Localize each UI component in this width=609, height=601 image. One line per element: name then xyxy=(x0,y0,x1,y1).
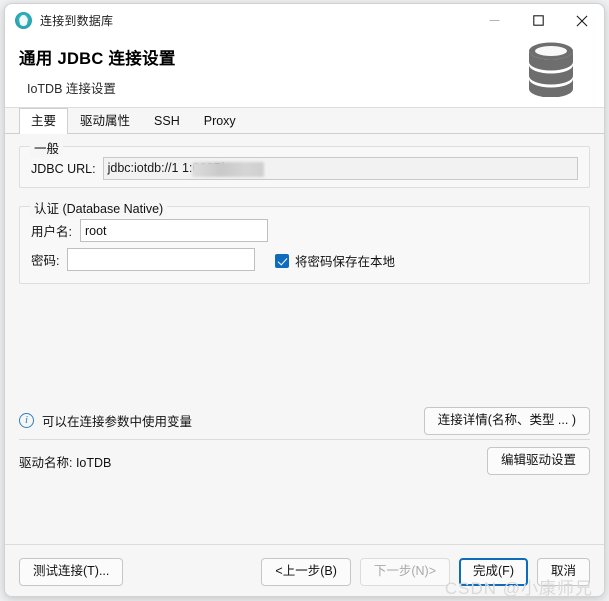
body-divider xyxy=(19,439,590,440)
tab-driver-properties[interactable]: 驱动属性 xyxy=(68,108,142,134)
variables-info-text: 可以在连接参数中使用变量 xyxy=(42,415,193,429)
close-icon xyxy=(576,15,588,26)
password-input[interactable] xyxy=(67,248,256,271)
database-icon xyxy=(529,42,573,97)
maximize-icon xyxy=(532,15,544,26)
maximize-button[interactable] xyxy=(516,4,560,37)
next-button: 下一步(N)> xyxy=(359,558,451,586)
close-button[interactable] xyxy=(560,4,604,37)
back-button[interactable]: <上一步(B) xyxy=(261,558,351,586)
driver-name-text: 驱动名称: IoTDB xyxy=(19,455,112,470)
redaction-mask xyxy=(191,162,264,177)
tab-ssh[interactable]: SSH xyxy=(142,108,192,134)
dialog-body: 主要 驱动属性 SSH Proxy 一般 JDBC URL: jdbc:iotd… xyxy=(5,108,604,544)
connection-details-button[interactable]: 连接详情(名称、类型 ... ) xyxy=(423,406,590,435)
save-password-checkbox-row[interactable]: 将密码保存在本地 xyxy=(275,251,395,270)
username-row: 用户名: xyxy=(31,219,268,242)
auth-group: 认证 (Database Native) 用户名: 密码: 将密码保存在本地 xyxy=(19,198,590,284)
info-icon: i xyxy=(19,413,34,428)
tab-main[interactable]: 主要 xyxy=(19,108,69,134)
username-input[interactable] xyxy=(79,219,268,242)
password-label: 密码: xyxy=(31,254,60,268)
page-title: 通用 JDBC 连接设置 xyxy=(19,50,176,68)
finish-button[interactable]: 完成(F) xyxy=(459,558,528,586)
tab-proxy[interactable]: Proxy xyxy=(192,108,248,134)
auth-group-legend: 认证 (Database Native) xyxy=(30,198,168,217)
navigation-buttons: <上一步(B) 下一步(N)> 完成(F) 取消 xyxy=(261,558,590,586)
jdbc-url-label: JDBC URL: xyxy=(31,161,96,176)
app-icon xyxy=(15,12,32,29)
edit-driver-settings-button[interactable]: 编辑驱动设置 xyxy=(486,447,590,475)
window-controls xyxy=(472,4,604,37)
test-connection-button[interactable]: 测试连接(T)... xyxy=(19,558,124,586)
driver-row: 驱动名称: IoTDB 编辑驱动设置 xyxy=(19,446,590,476)
window-title: 连接到数据库 xyxy=(40,14,114,28)
variables-info-row: i 可以在连接参数中使用变量 连接详情(名称、类型 ... ) xyxy=(19,405,590,436)
jdbc-url-input[interactable]: jdbc:iotdb://1 1:6667/ xyxy=(102,157,578,180)
general-group: 一般 JDBC URL: jdbc:iotdb://1 1:6667/ xyxy=(19,138,590,188)
save-password-checkbox[interactable] xyxy=(275,253,289,268)
username-label: 用户名: xyxy=(31,225,72,239)
minimize-button[interactable] xyxy=(472,4,516,37)
minimize-icon xyxy=(489,19,499,22)
save-password-label: 将密码保存在本地 xyxy=(295,255,396,269)
jdbc-url-row: JDBC URL: jdbc:iotdb://1 1:6667/ xyxy=(31,157,578,180)
dialog-window: 连接到数据库 通用 JDBC 连接设置 IoTDB 连接设置 主要 驱动属性 S… xyxy=(4,3,605,597)
password-row: 密码: xyxy=(31,248,256,271)
page-subtitle: IoTDB 连接设置 xyxy=(27,82,116,96)
cancel-button[interactable]: 取消 xyxy=(536,558,590,586)
dialog-footer: 测试连接(T)... <上一步(B) 下一步(N)> 完成(F) 取消 CSDN… xyxy=(5,545,604,596)
dialog-header: 通用 JDBC 连接设置 IoTDB 连接设置 xyxy=(5,37,604,107)
tab-strip: 主要 驱动属性 SSH Proxy xyxy=(5,108,604,134)
general-group-legend: 一般 xyxy=(30,138,64,157)
title-bar: 连接到数据库 xyxy=(5,4,604,37)
